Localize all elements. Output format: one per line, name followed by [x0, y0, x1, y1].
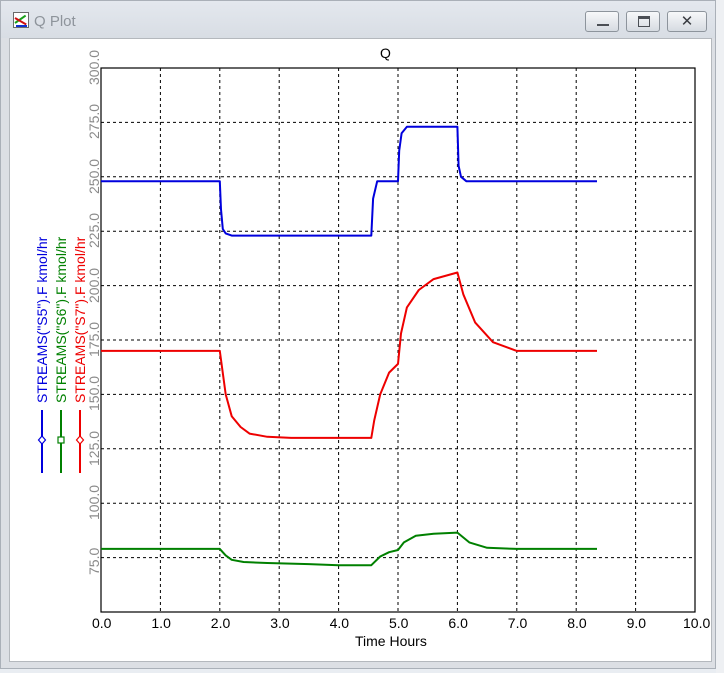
x-tick-label: 10.0 [683, 615, 711, 631]
y-tick-label: 275.0 [86, 104, 102, 140]
y-tick-label: 125.0 [86, 430, 102, 466]
y-tick-label: 225.0 [86, 213, 102, 249]
legend-diamond-marker [75, 435, 85, 445]
y-tick-label: 100.0 [86, 485, 102, 521]
legend-square-marker [57, 436, 65, 444]
legend-marks [37, 410, 85, 473]
x-tick-label: 9.0 [626, 615, 647, 631]
chart-grid [100, 67, 696, 613]
x-tick-label: 8.0 [567, 615, 587, 631]
x-tick-label: 2.0 [210, 615, 231, 631]
legend-label-2: STREAMS("S6").F kmol/hr [53, 236, 69, 403]
y-tick-label: 75.0 [86, 547, 102, 575]
x-tick-label: 1.0 [151, 615, 171, 631]
x-tick-label: 4.0 [329, 615, 350, 631]
x-tick-label: 7.0 [507, 615, 528, 631]
x-axis-label: Time Hours [355, 633, 427, 649]
x-tick-label: 5.0 [389, 615, 409, 631]
chart-title: Q [380, 45, 391, 61]
y-tick-label: 150.0 [86, 376, 102, 412]
legend-label-3: STREAMS("S7").F kmol/hr [72, 236, 88, 403]
y-tick-label: 300.0 [86, 49, 102, 85]
y-tick-label: 200.0 [86, 267, 102, 303]
y-tick-label: 250.0 [86, 158, 102, 194]
legend-diamond-marker [37, 435, 47, 445]
x-tick-label: 0.0 [92, 615, 112, 631]
x-tick-label: 6.0 [448, 615, 468, 631]
line-chart [37, 67, 696, 613]
y-tick-label: 175.0 [86, 321, 102, 357]
x-tick-label: 3.0 [270, 615, 290, 631]
legend-label-1: STREAMS("S5").F kmol/hr [34, 236, 50, 403]
